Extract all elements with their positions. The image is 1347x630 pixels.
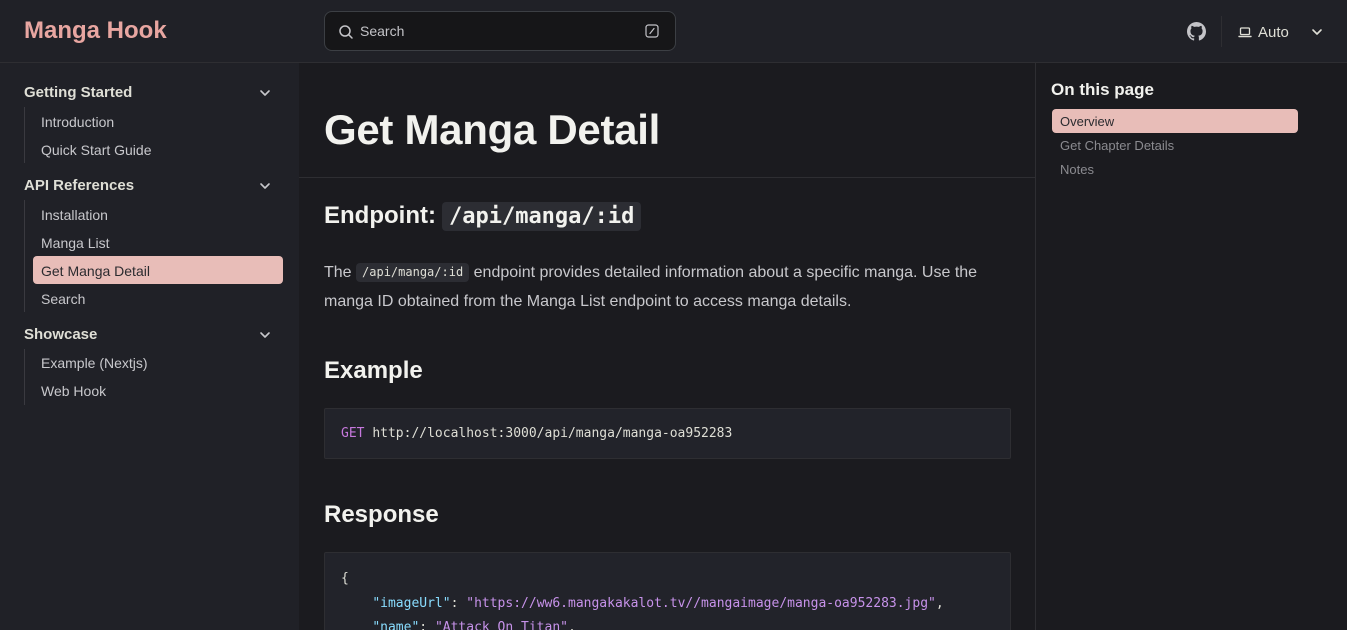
- json-string: "Attack On Titan": [434, 620, 568, 630]
- example-code-line: GET http://localhost:3000/api/manga/mang…: [341, 426, 732, 441]
- sidebar-group-getting-started[interactable]: Getting Started: [24, 84, 132, 101]
- response-code-block[interactable]: { "imageUrl": "https://ww6.mangakakalot.…: [324, 552, 1011, 630]
- sidebar-group-line: [24, 200, 25, 312]
- sidebar-item-search[interactable]: Search: [41, 291, 85, 307]
- search-icon: [339, 25, 353, 39]
- request-url: http://localhost:3000/api/manga/manga-oa…: [372, 426, 733, 441]
- json-line-image-url: "imageUrl": "https://ww6.mangakakalot.tv…: [372, 596, 944, 611]
- outline-item-get-chapter-details[interactable]: Get Chapter Details: [1060, 138, 1174, 153]
- sidebar-group-line: [24, 349, 25, 405]
- sidebar-item-web-hook[interactable]: Web Hook: [41, 383, 106, 399]
- http-method: GET: [341, 426, 365, 441]
- github-icon[interactable]: [1187, 22, 1206, 41]
- example-heading: Example: [324, 357, 423, 384]
- json-open-brace: {: [341, 571, 349, 586]
- endpoint-heading-label: Endpoint:: [324, 202, 436, 229]
- json-string: "https://ww6.mangakakalot.tv//mangaimage…: [466, 596, 936, 611]
- sidebar-item-example-nextjs[interactable]: Example (Nextjs): [41, 355, 148, 371]
- aside-divider: [1035, 63, 1036, 630]
- top-navbar: Manga Hook Search Auto: [0, 0, 1347, 63]
- theme-switcher[interactable]: Auto: [1238, 22, 1323, 42]
- search-label: Search: [360, 23, 405, 39]
- search-button[interactable]: Search: [324, 11, 676, 51]
- json-line-name: "name": "Attack On Titan",: [341, 620, 576, 630]
- sidebar: Getting Started Introduction Quick Start…: [0, 63, 299, 630]
- chevron-down-icon: [1312, 29, 1322, 35]
- keyboard-shortcut-icon: [645, 24, 659, 38]
- json-key: "imageUrl": [372, 596, 451, 611]
- chevron-down-icon[interactable]: [259, 180, 271, 192]
- chevron-down-icon[interactable]: [259, 87, 271, 99]
- outline-item-overview[interactable]: Overview: [1060, 114, 1114, 129]
- page-title: Get Manga Detail: [324, 106, 660, 153]
- sidebar-item-manga-list[interactable]: Manga List: [41, 235, 109, 251]
- laptop-icon: [1238, 27, 1252, 38]
- sidebar-group-showcase[interactable]: Showcase: [24, 326, 97, 343]
- header-divider: [1221, 16, 1222, 47]
- outline-title: On this page: [1051, 80, 1154, 99]
- theme-label: Auto: [1258, 23, 1289, 41]
- example-code-block[interactable]: GET http://localhost:3000/api/manga/mang…: [324, 408, 1011, 459]
- sidebar-item-get-manga-detail[interactable]: Get Manga Detail: [41, 263, 150, 279]
- title-divider: [299, 177, 1035, 178]
- sidebar-item-installation[interactable]: Installation: [41, 207, 108, 223]
- endpoint-code: /api/manga/:id: [441, 202, 642, 231]
- inline-code: /api/manga/:id: [356, 263, 470, 282]
- para-text-before: The: [324, 264, 352, 281]
- json-key: "name": [372, 620, 420, 630]
- site-title[interactable]: Manga Hook: [24, 17, 167, 45]
- endpoint-description: The /api/manga/:id endpoint provides det…: [324, 258, 1004, 316]
- sidebar-item-quick-start-guide[interactable]: Quick Start Guide: [41, 142, 152, 158]
- sidebar-group-api-references[interactable]: API References: [24, 177, 134, 194]
- sidebar-item-introduction[interactable]: Introduction: [41, 114, 114, 130]
- outline-item-notes[interactable]: Notes: [1060, 162, 1094, 177]
- sidebar-group-line: [24, 107, 25, 163]
- response-heading: Response: [324, 501, 439, 528]
- endpoint-heading: Endpoint:/api/manga/:id: [324, 202, 642, 231]
- chevron-down-icon[interactable]: [259, 329, 271, 341]
